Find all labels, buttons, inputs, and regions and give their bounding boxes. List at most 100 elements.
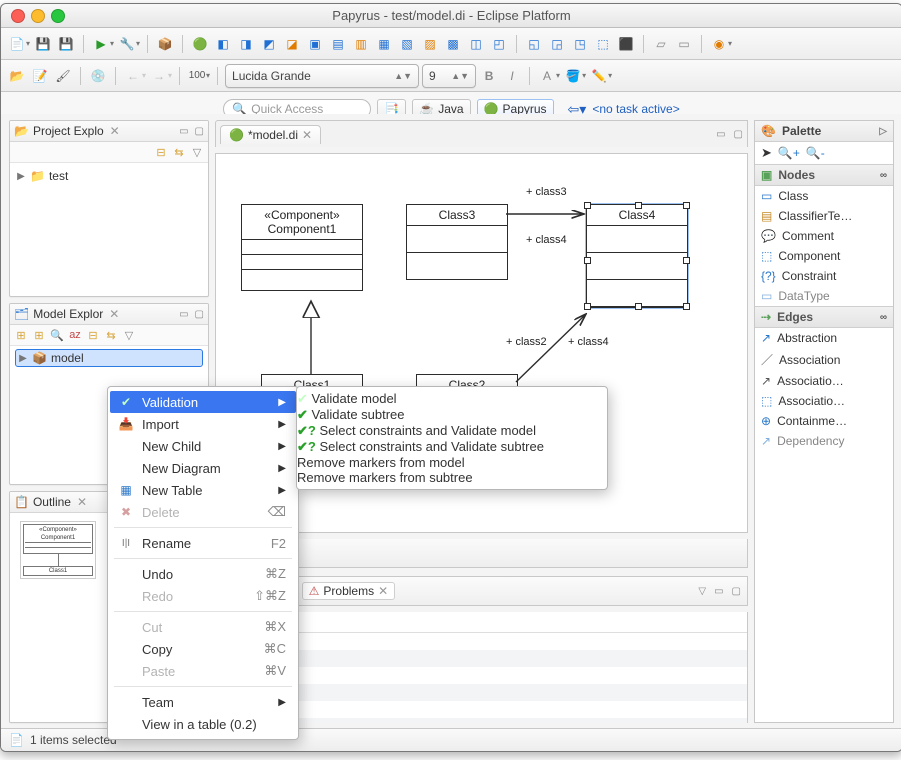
uml-tool-6[interactable]: ▤ (328, 34, 348, 54)
marquee-zoom-out-icon[interactable]: 🔍- (806, 146, 825, 160)
submenu-select-subtree[interactable]: ✔? Select constraints and Validate subtr… (297, 439, 607, 455)
close-icon[interactable]: ✕ (109, 307, 119, 321)
problems-tab[interactable]: ⚠ Problems ✕ (302, 582, 396, 600)
menu-copy[interactable]: Copy ⌘C (108, 638, 298, 660)
maximize-icon[interactable]: ▢ (195, 126, 204, 137)
fill-color-button[interactable]: 🪣 (563, 66, 583, 86)
palette-item-dependency[interactable]: ↗Dependency (755, 431, 893, 451)
menu-delete[interactable]: ✖ Delete ⌫ (108, 501, 298, 523)
uml-tool-14[interactable]: ◱ (524, 34, 544, 54)
run-button[interactable]: ▶ (91, 34, 111, 54)
minimize-icon[interactable]: ▭ (179, 126, 188, 137)
link-editor-icon[interactable]: ⇆ (172, 145, 186, 159)
palette-item-datatype[interactable]: ▭DataType (755, 286, 893, 306)
select-tool-icon[interactable]: ➤ (761, 145, 772, 161)
menu-cut[interactable]: Cut ⌘X (108, 616, 298, 638)
me-tool-3[interactable]: ⊟ (86, 328, 100, 342)
maximize-icon[interactable]: ▢ (195, 309, 204, 320)
palette-item-abstraction[interactable]: ↗Abstraction (755, 328, 893, 348)
uml-tool-9[interactable]: ▧ (397, 34, 417, 54)
forward-button[interactable]: → (149, 66, 169, 86)
new-plugin-button[interactable]: 📦 (155, 34, 175, 54)
save-all-button[interactable]: 💾 (56, 34, 76, 54)
uml-tool-4[interactable]: ◪ (282, 34, 302, 54)
uml-tool-2[interactable]: ◨ (236, 34, 256, 54)
uml-tool-17[interactable]: ⬚ (593, 34, 613, 54)
menu-validation[interactable]: ✔ Validation ▶ (110, 391, 296, 413)
uml-tool-10[interactable]: ▨ (420, 34, 440, 54)
edit-button[interactable]: 📝 (30, 66, 50, 86)
close-icon[interactable]: ✕ (378, 584, 388, 598)
bold-button[interactable]: B (479, 66, 499, 86)
menu-paste[interactable]: Paste ⌘V (108, 660, 298, 682)
zoom-100-button[interactable]: 100 (187, 66, 207, 86)
search-icon[interactable]: 🔍 (50, 328, 64, 342)
uml-tool-7[interactable]: ▥ (351, 34, 371, 54)
menu-import[interactable]: 📥 Import ▶ (108, 413, 298, 435)
menu-team[interactable]: Team ▶ (108, 691, 298, 713)
menu-new-child[interactable]: New Child ▶ (108, 435, 298, 457)
close-icon[interactable]: ✕ (77, 495, 87, 509)
menu-view-table[interactable]: View in a table (0.2) (108, 713, 298, 735)
palette-item-classifier[interactable]: ▤ClassifierTe… (755, 206, 893, 226)
disc-button[interactable]: 💿 (88, 66, 108, 86)
font-select[interactable]: Lucida Grande ▲▼ (225, 64, 419, 88)
tree-item-model[interactable]: ▶ 📦 model (16, 350, 202, 366)
uml-tool-20[interactable]: ▭ (674, 34, 694, 54)
open-folder-button[interactable]: 📂 (7, 66, 27, 86)
new-button[interactable]: 📄 (7, 34, 27, 54)
uml-tool-19[interactable]: ▱ (651, 34, 671, 54)
link-editor-icon[interactable]: ⇆ (104, 328, 118, 342)
palette-item-association2[interactable]: ↗Associatio… (755, 371, 893, 391)
close-tab-icon[interactable]: ✕ (302, 128, 312, 142)
editor-maximize-icon[interactable]: ▢ (734, 129, 743, 140)
brush-button[interactable]: 🖌 (53, 66, 73, 86)
minimize-icon[interactable]: ▭ (714, 586, 723, 597)
papyrus-button[interactable]: 🟢 (190, 34, 210, 54)
collapse-all-icon[interactable]: ⊟ (154, 145, 168, 159)
maximize-icon[interactable]: ▢ (732, 586, 741, 597)
palette-item-comment[interactable]: 💬Comment (755, 226, 893, 246)
palette-section-nodes[interactable]: ▣ Nodes ∞ (755, 164, 893, 186)
view-menu-icon[interactable]: ▽ (190, 145, 204, 159)
minimize-icon[interactable]: ▭ (179, 309, 188, 320)
uml-tool-8[interactable]: ▦ (374, 34, 394, 54)
uml-tool-5[interactable]: ▣ (305, 34, 325, 54)
palette-item-constraint[interactable]: {?}Constraint (755, 266, 893, 286)
me-tool-2[interactable]: ⊞ (32, 328, 46, 342)
font-size-select[interactable]: 9 ▲▼ (422, 64, 476, 88)
uml-tool-15[interactable]: ◲ (547, 34, 567, 54)
uml-tool-16[interactable]: ◳ (570, 34, 590, 54)
tree-item-test[interactable]: ▶ 📁 test (16, 167, 202, 185)
menu-new-table[interactable]: ▦ New Table ▶ (108, 479, 298, 501)
palette-arrow-icon[interactable]: ▷ (879, 126, 887, 137)
italic-button[interactable]: I (502, 66, 522, 86)
font-color-button[interactable]: A (537, 66, 557, 86)
palette-section-edges[interactable]: ⇢ Edges ∞ (755, 306, 893, 328)
uml-tool-3[interactable]: ◩ (259, 34, 279, 54)
menu-undo[interactable]: Undo ⌘Z (108, 563, 298, 585)
palette-item-association[interactable]: ／Association (755, 348, 893, 371)
view-menu-icon[interactable]: ▽ (122, 328, 136, 342)
sort-icon[interactable]: aᴢ (68, 328, 82, 342)
palette-item-association3[interactable]: ⬚Associatio… (755, 391, 893, 411)
view-menu-icon[interactable]: ▽ (698, 586, 706, 597)
submenu-remove-model[interactable]: Remove markers from model (297, 455, 607, 470)
editor-tab[interactable]: 🟢 *model.di ✕ (220, 125, 321, 144)
uml-tool-1[interactable]: ◧ (213, 34, 233, 54)
submenu-select-model[interactable]: ✔? Select constraints and Validate model (297, 423, 607, 439)
uml-tool-12[interactable]: ◫ (466, 34, 486, 54)
me-tool-1[interactable]: ⊞ (14, 328, 28, 342)
submenu-validate-model[interactable]: ✔ Validate model (297, 391, 607, 407)
menu-new-diagram[interactable]: New Diagram ▶ (108, 457, 298, 479)
menu-redo[interactable]: Redo ⇧⌘Z (108, 585, 298, 607)
editor-minimize-icon[interactable]: ▭ (716, 129, 725, 140)
save-button[interactable]: 💾 (33, 34, 53, 54)
back-button[interactable]: ← (123, 66, 143, 86)
task-button[interactable]: ◉ (709, 34, 729, 54)
palette-item-containment[interactable]: ⊕Containme… (755, 411, 893, 431)
palette-item-class[interactable]: ▭Class (755, 186, 893, 206)
submenu-remove-subtree[interactable]: Remove markers from subtree (297, 470, 607, 485)
uml-tool-11[interactable]: ▩ (443, 34, 463, 54)
uml-tool-13[interactable]: ◰ (489, 34, 509, 54)
